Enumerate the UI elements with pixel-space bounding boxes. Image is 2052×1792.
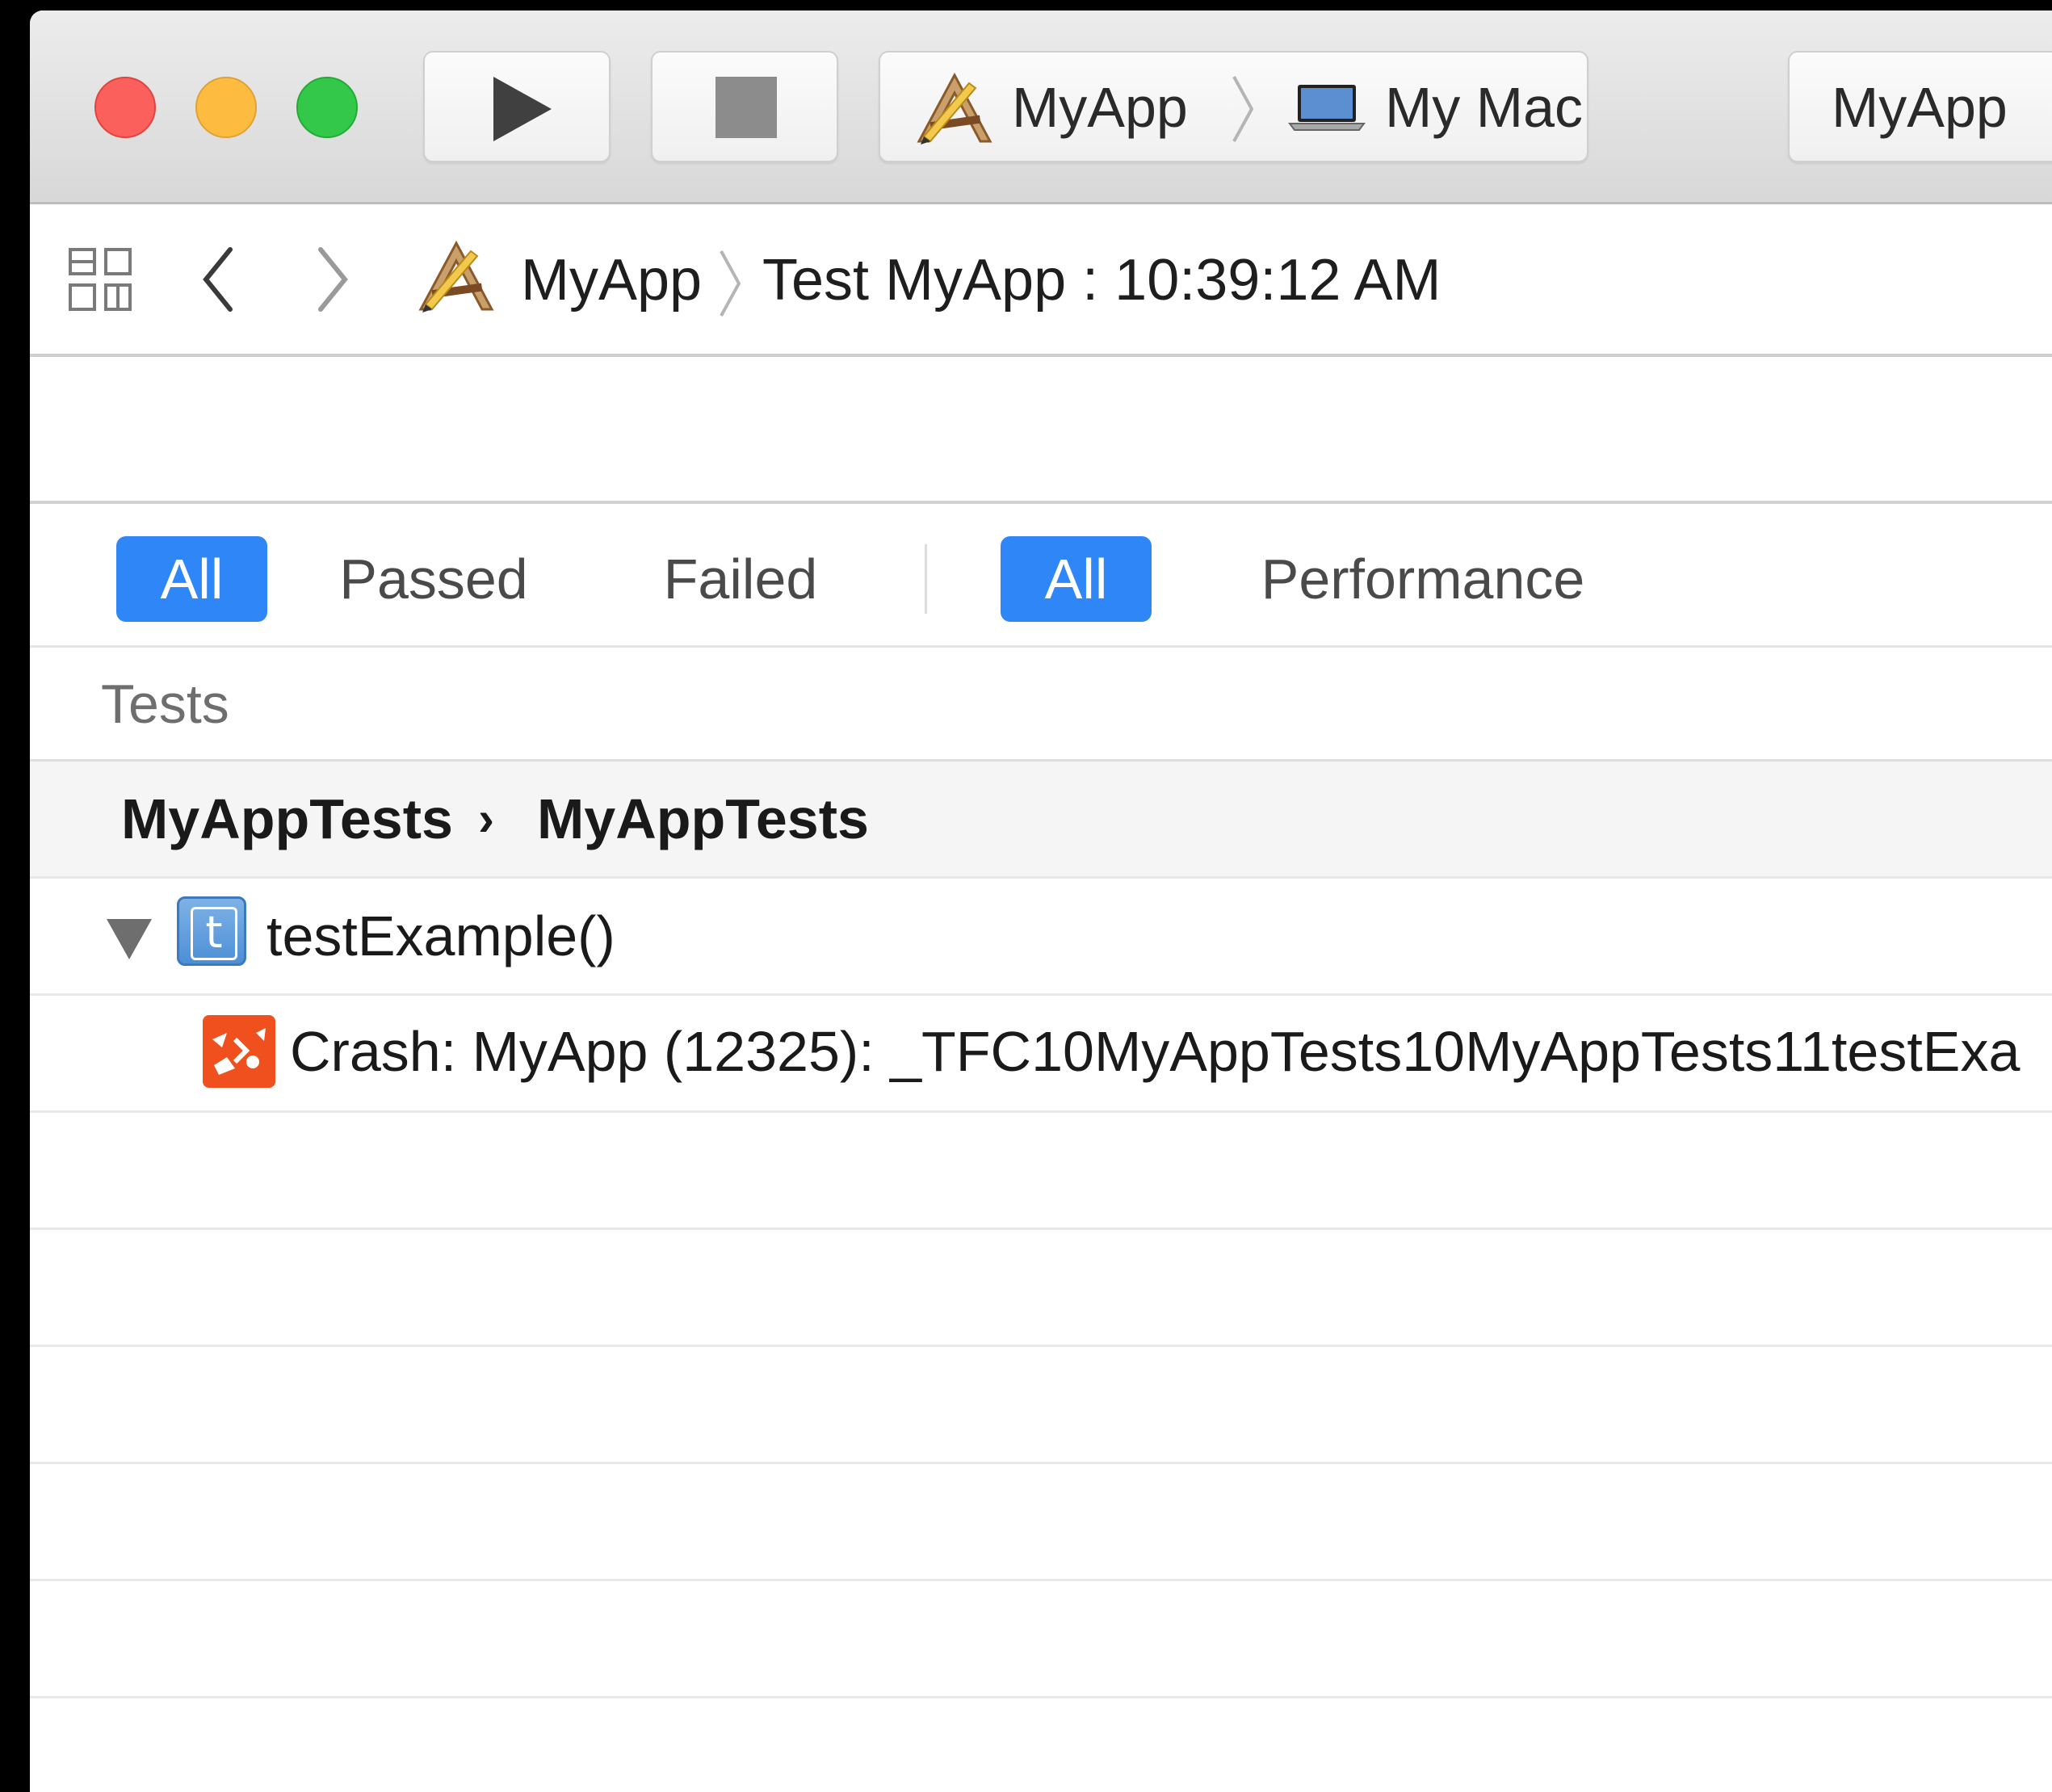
breadcrumb-project[interactable]: MyApp (521, 246, 702, 314)
chevron-right-icon (1232, 76, 1254, 142)
zoom-icon[interactable] (296, 77, 358, 138)
chevron-right-icon: › (478, 791, 494, 846)
filter-status-all[interactable]: All (116, 536, 267, 622)
scheme-name: MyApp (1012, 76, 1188, 139)
xcode-app-icon (418, 240, 494, 313)
empty-row (30, 1113, 2052, 1230)
run-button[interactable] (423, 51, 611, 162)
activity-status: MyApp (1788, 51, 2052, 162)
filter-bar: All Passed Failed All Performance (30, 504, 2052, 648)
tests-column-header: Tests (30, 648, 2052, 762)
xcode-window: MyApp My Mac MyApp MyApp Test MyApp: 10… (30, 10, 2052, 1792)
empty-row (30, 1230, 2052, 1347)
empty-row (30, 1347, 2052, 1464)
test-target-name: MyAppTests (121, 787, 453, 850)
play-icon (493, 77, 552, 141)
tests-header-label: Tests (101, 674, 229, 735)
test-method-name: testExample() (266, 904, 615, 967)
jump-bar: MyApp Test MyApp : 10:39:12 AM (30, 204, 2052, 357)
related-items-icon[interactable] (67, 246, 136, 316)
scheme-selector[interactable]: MyApp My Mac (879, 51, 1588, 162)
crash-message: Crash: MyApp (12325): _TFC10MyAppTests10… (290, 1020, 2021, 1083)
scheme-destination: My Mac (1385, 76, 1583, 139)
filter-divider (925, 544, 927, 614)
test-class-name: MyAppTests (537, 787, 869, 850)
close-icon[interactable] (94, 77, 156, 138)
stop-button[interactable] (651, 51, 838, 162)
crash-row[interactable]: Crash: MyApp (12325): _TFC10MyAppTests10… (30, 996, 2052, 1113)
test-method-icon: t (177, 896, 246, 966)
crash-icon (203, 1015, 275, 1088)
toolbar: MyApp My Mac MyApp (30, 10, 2052, 204)
xcode-app-icon (917, 72, 992, 145)
breadcrumb-test-report[interactable]: Test MyApp : 10:39:12 AM (762, 246, 1441, 314)
laptop-icon (1288, 85, 1366, 131)
chevron-right-icon[interactable] (313, 243, 353, 316)
filter-status-failed[interactable]: Failed (648, 536, 833, 622)
test-group-row[interactable]: MyAppTests › MyAppTests (30, 762, 2052, 879)
activity-status-text: MyApp (1832, 76, 2008, 139)
empty-row (30, 1581, 2052, 1698)
filter-kind-performance[interactable]: Performance (1225, 536, 1621, 622)
stop-icon (715, 77, 777, 138)
minimize-icon[interactable] (195, 77, 257, 138)
editor-header-band (30, 357, 2052, 504)
empty-row (30, 1464, 2052, 1581)
chevron-right-icon (720, 250, 741, 317)
chevron-left-icon[interactable] (198, 243, 238, 316)
filter-kind-all[interactable]: All (1001, 536, 1152, 622)
test-method-row[interactable]: t testExample() (30, 879, 2052, 996)
disclosure-triangle-icon[interactable] (107, 919, 152, 959)
filter-status-passed[interactable]: Passed (329, 536, 539, 622)
